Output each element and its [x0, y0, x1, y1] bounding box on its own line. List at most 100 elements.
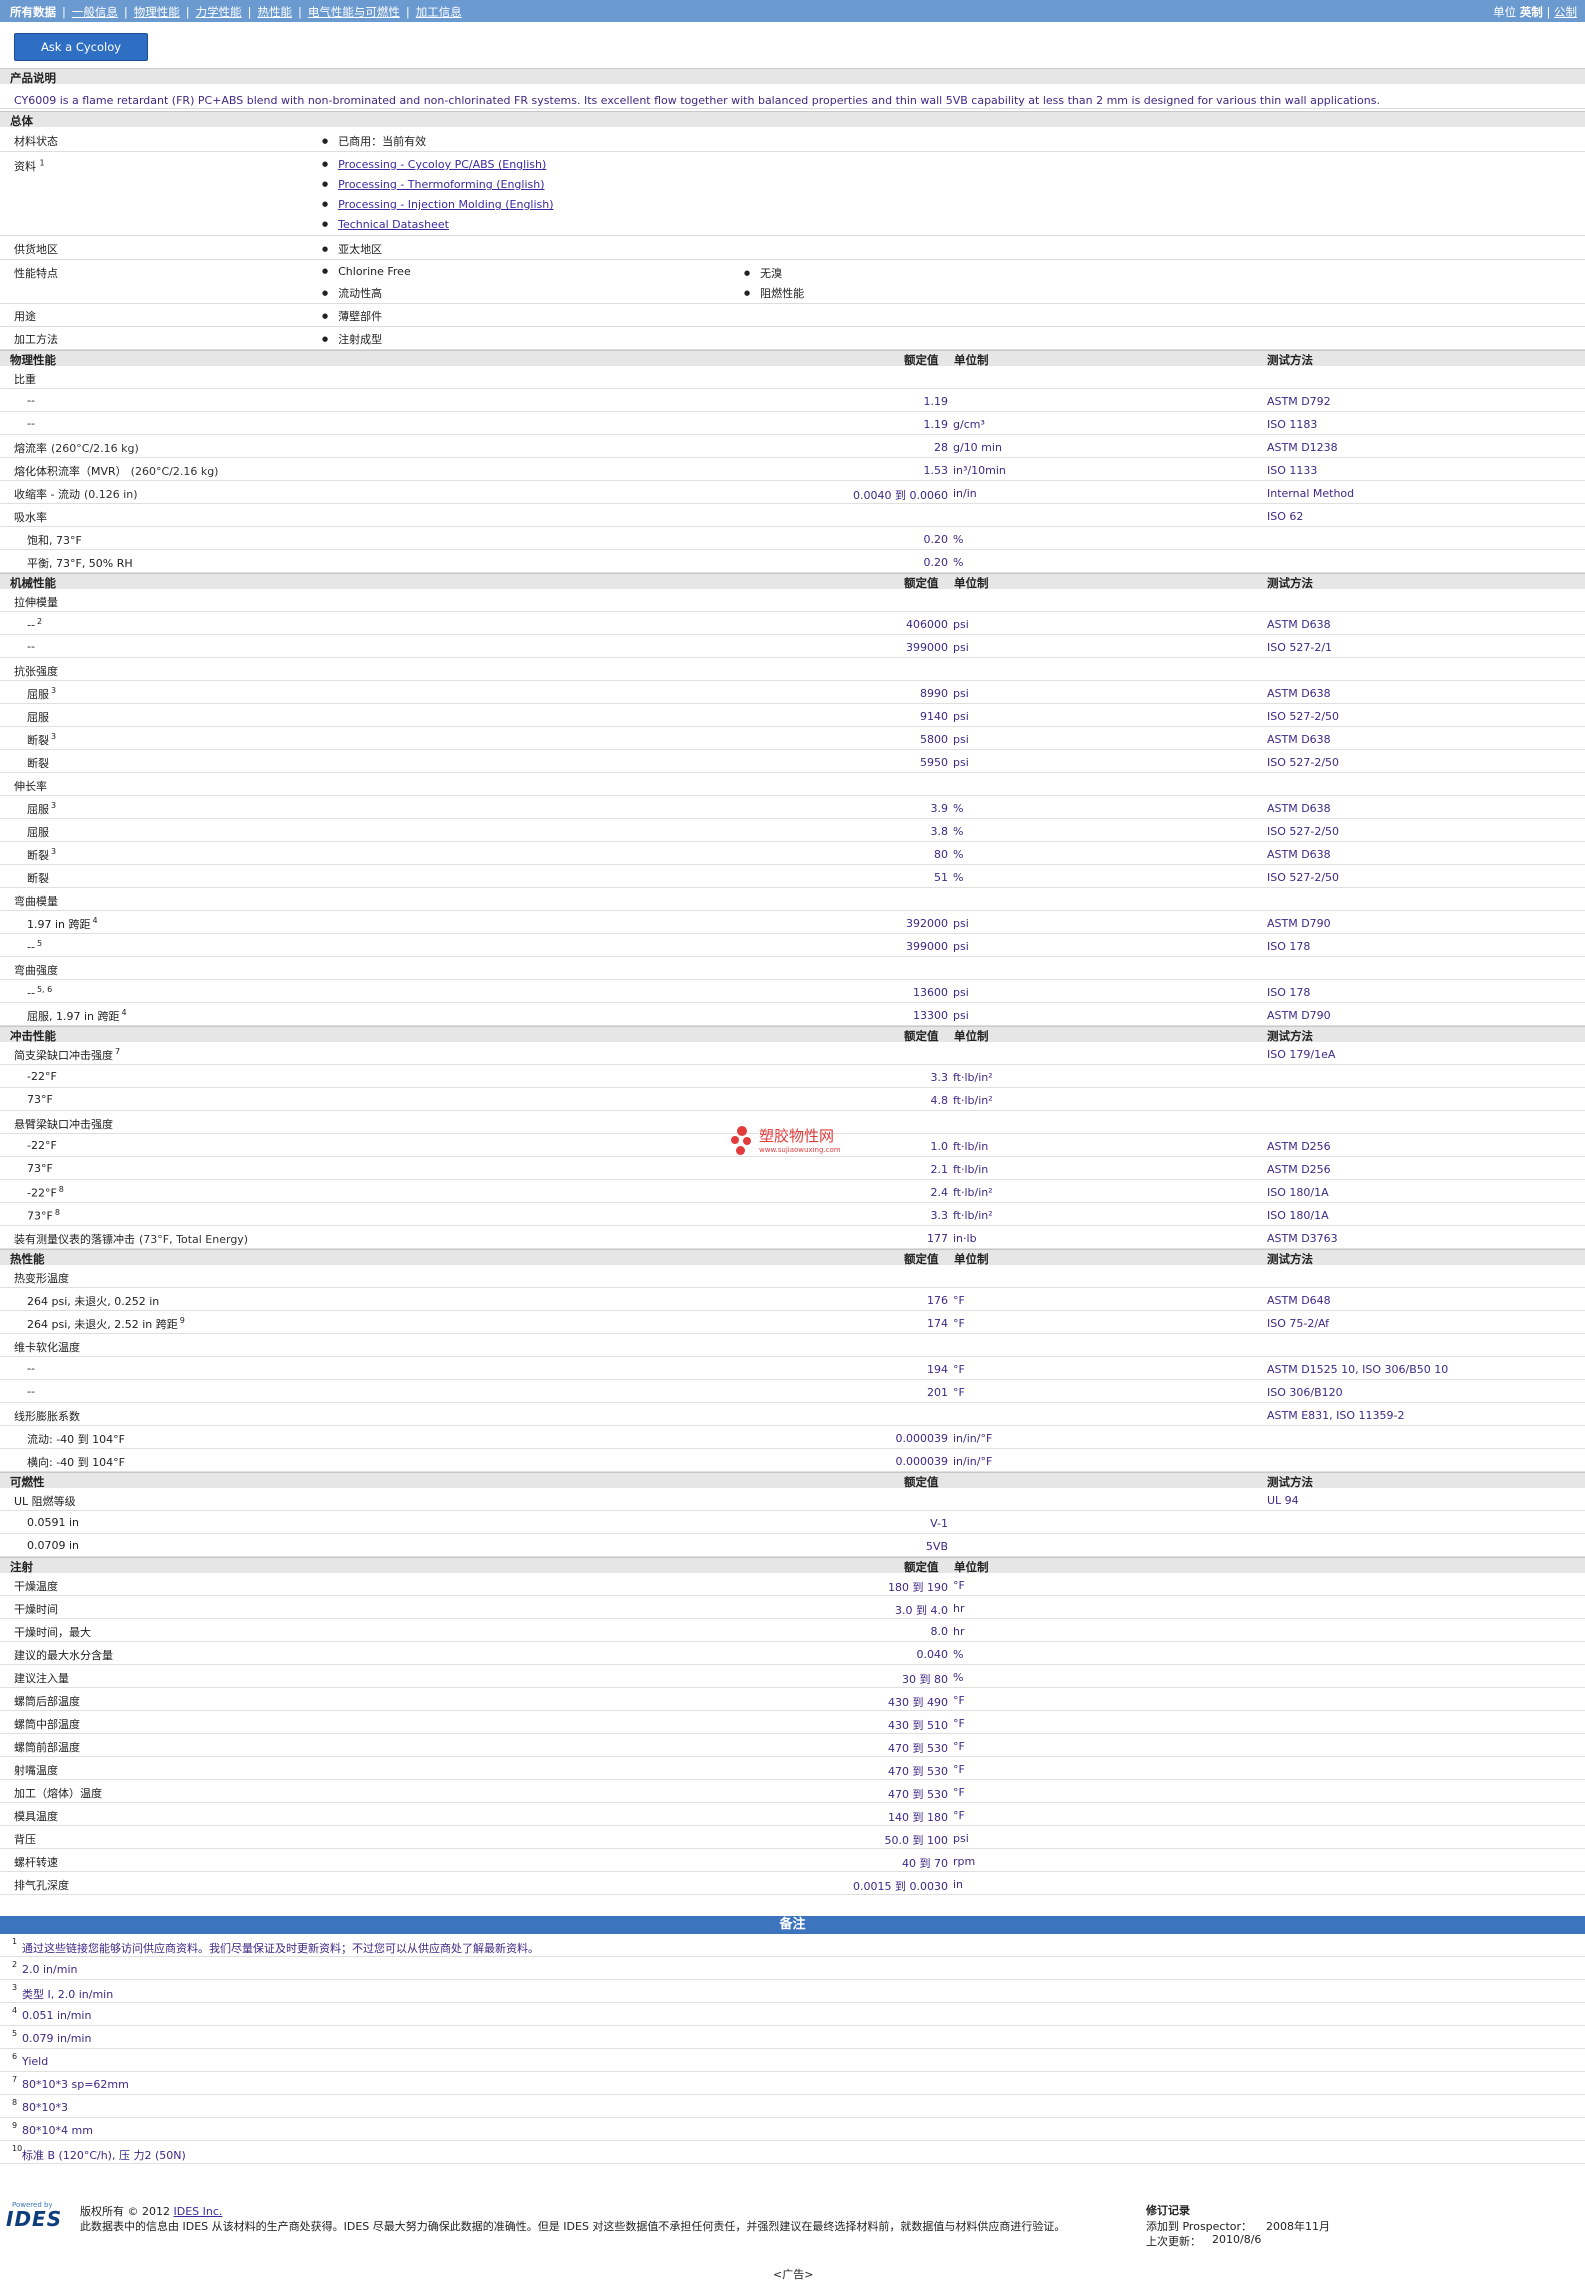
property-value: 3.3 [930, 1071, 949, 1084]
property-unit: hr [953, 1602, 965, 1615]
ides-logo[interactable]: Powered by IDES [6, 2201, 68, 2231]
property-row: 断裂 51% ISO 527-2/50 [0, 865, 1585, 888]
test-method: ISO 1183 [1267, 418, 1318, 431]
added-date: 2008年11月 [1266, 2220, 1330, 2233]
watermark-dot [731, 1136, 739, 1144]
note-text: 标准 B (120°C/h), 压 力2 (50N) [22, 2149, 186, 2162]
property-name: 建议的最大水分含量 [14, 1649, 113, 1662]
property-name: 平衡, 73°F, 50% RH [27, 557, 133, 570]
description-row: CY6009 is a flame retardant (FR) PC+ABS … [0, 92, 1585, 109]
property-row: 屈服 3 8990 psi ASTM D638 [0, 681, 1585, 704]
nav-mechanical[interactable]: 力学性能 [196, 5, 242, 19]
note-text: 80*10*4 mm [22, 2124, 93, 2137]
property-name: 干燥温度 [14, 1580, 58, 1593]
note-item: 6 Yield [0, 2049, 1585, 2072]
property-label: 简支梁缺口冲击强度 7 [14, 1047, 120, 1063]
property-row: 73°F 4.8 ft·lb/in² [0, 1088, 1585, 1111]
property-name: -- [27, 394, 35, 407]
property-unit: g/10 min [953, 441, 1002, 454]
test-method: ASTM D256 [1267, 1163, 1331, 1176]
property-unit: psi [953, 756, 969, 769]
property-row: 干燥时间 3.0 到 4.0 hr [0, 1596, 1585, 1619]
unit-english[interactable]: 英制 [1520, 5, 1543, 19]
property-value: 3.3 [930, 1209, 949, 1222]
property-name: 73°F [27, 1162, 53, 1175]
property-row: 横向: -40 到 104°F 0.000039 in/in/°F [0, 1449, 1585, 1472]
property-label: -- [27, 640, 35, 653]
literature-link-cycoloy[interactable]: Processing - Cycoloy PC/ABS (English) [338, 158, 546, 171]
property-row: 屈服 3.8% ISO 527-2/50 [0, 819, 1585, 842]
literature-link-injection[interactable]: Processing - Injection Molding (English) [338, 198, 553, 211]
property-label: 比重 [14, 371, 36, 387]
property-label: -22°F 8 [27, 1185, 64, 1200]
copyright: 版权所有 © 2012 IDES Inc. [80, 2203, 222, 2219]
test-method: ASTM D790 [1267, 917, 1331, 930]
literature-link-datasheet[interactable]: Technical Datasheet [338, 218, 449, 231]
nav-all-data[interactable]: 所有数据 [10, 5, 56, 19]
property-label: 建议注入量 [14, 1670, 69, 1686]
property-label: 73°F [27, 1162, 53, 1175]
property-label: 线形膨胀系数 [14, 1408, 80, 1424]
note-item: 7 80*10*3 sp=62mm [0, 2072, 1585, 2095]
property-row: -- 2 406000 psi ASTM D638 [0, 612, 1585, 635]
property-value: 406000 [906, 618, 948, 631]
property-name: 弯曲强度 [14, 964, 58, 977]
property-unit: % [953, 533, 964, 546]
property-label: 维卡软化温度 [14, 1339, 80, 1355]
property-row: 建议的最大水分含量 0.040% [0, 1642, 1585, 1665]
advertisement-label: <广告> [773, 2268, 814, 2281]
property-name: -- [27, 940, 35, 954]
property-name: 断裂 [27, 872, 49, 885]
test-method: ASTM D648 [1267, 1294, 1331, 1307]
property-row: -22°F 3.3 ft·lb/in² [0, 1065, 1585, 1088]
nav-thermal[interactable]: 热性能 [258, 5, 293, 19]
watermark-dot [737, 1126, 747, 1136]
unit-metric[interactable]: 公制 [1554, 5, 1577, 19]
property-row: -- 5 399000 psi ISO 178 [0, 934, 1585, 957]
footnote-ref: 8 [58, 1185, 64, 1194]
property-name: 维卡软化温度 [14, 1341, 80, 1354]
test-method: ISO 527-2/1 [1267, 641, 1333, 654]
property-value: 28 [934, 441, 948, 454]
property-unit: in [953, 1878, 964, 1891]
section-header-flammability: 可燃性 额定值 测试方法 [0, 1472, 1585, 1489]
test-method: ISO 527-2/50 [1267, 871, 1340, 884]
property-name: -- [27, 618, 35, 632]
property-unit: g/cm³ [953, 418, 985, 431]
property-label: -- [27, 1385, 35, 1398]
note-text: 类型 I, 2.0 in/min [22, 1988, 114, 2001]
property-row: 弯曲模量 [0, 888, 1585, 911]
property-unit: psi [953, 1009, 969, 1022]
literature-link-thermoforming[interactable]: Processing - Thermoforming (English) [338, 178, 544, 191]
ides-link[interactable]: IDES Inc. [174, 2205, 223, 2218]
property-name: 比重 [14, 373, 36, 386]
note-number: 8 [12, 2098, 18, 2107]
nav-processing[interactable]: 加工信息 [416, 5, 462, 19]
property-unit: ft·lb/in² [953, 1071, 993, 1084]
description-text: CY6009 is a flame retardant (FR) PC+ABS … [14, 94, 1380, 107]
ask-engineer-button[interactable]: Ask a Cycoloy Engineer [14, 33, 148, 80]
property-label: 屈服 3 [27, 686, 56, 702]
nav-general[interactable]: 一般信息 [72, 5, 118, 19]
features-row: 性能特点 Chlorine Free 流动性高 无溴 阻燃性能 [0, 260, 1585, 304]
nav-physical[interactable]: 物理性能 [134, 5, 180, 19]
property-row: 拉伸模量 [0, 589, 1585, 612]
property-unit: ft·lb/in² [953, 1186, 993, 1199]
property-value: 0.20 [923, 556, 949, 569]
footnote-ref: 5, 6 [36, 985, 53, 994]
property-label: 拉伸模量 [14, 594, 58, 610]
nav-electrical[interactable]: 电气性能与可燃性 [308, 5, 400, 19]
note-item: 5 0.079 in/min [0, 2026, 1585, 2049]
property-name: 简支梁缺口冲击强度 [14, 1049, 113, 1062]
property-name: -22°F [27, 1139, 57, 1152]
literature-item: Processing - Cycoloy PC/ABS (English) [322, 158, 554, 178]
footnote-ref: 2 [36, 617, 43, 626]
footnote-ref: 3 [51, 732, 57, 742]
property-name: 螺筒前部温度 [14, 1741, 80, 1754]
test-method: ISO 527-2/50 [1267, 756, 1340, 769]
feature-item: Chlorine Free [322, 265, 411, 285]
property-unit: % [953, 1648, 964, 1661]
property-unit: in·lb [953, 1232, 977, 1245]
property-unit: °F [953, 1579, 965, 1592]
test-method: ISO 62 [1267, 510, 1304, 523]
